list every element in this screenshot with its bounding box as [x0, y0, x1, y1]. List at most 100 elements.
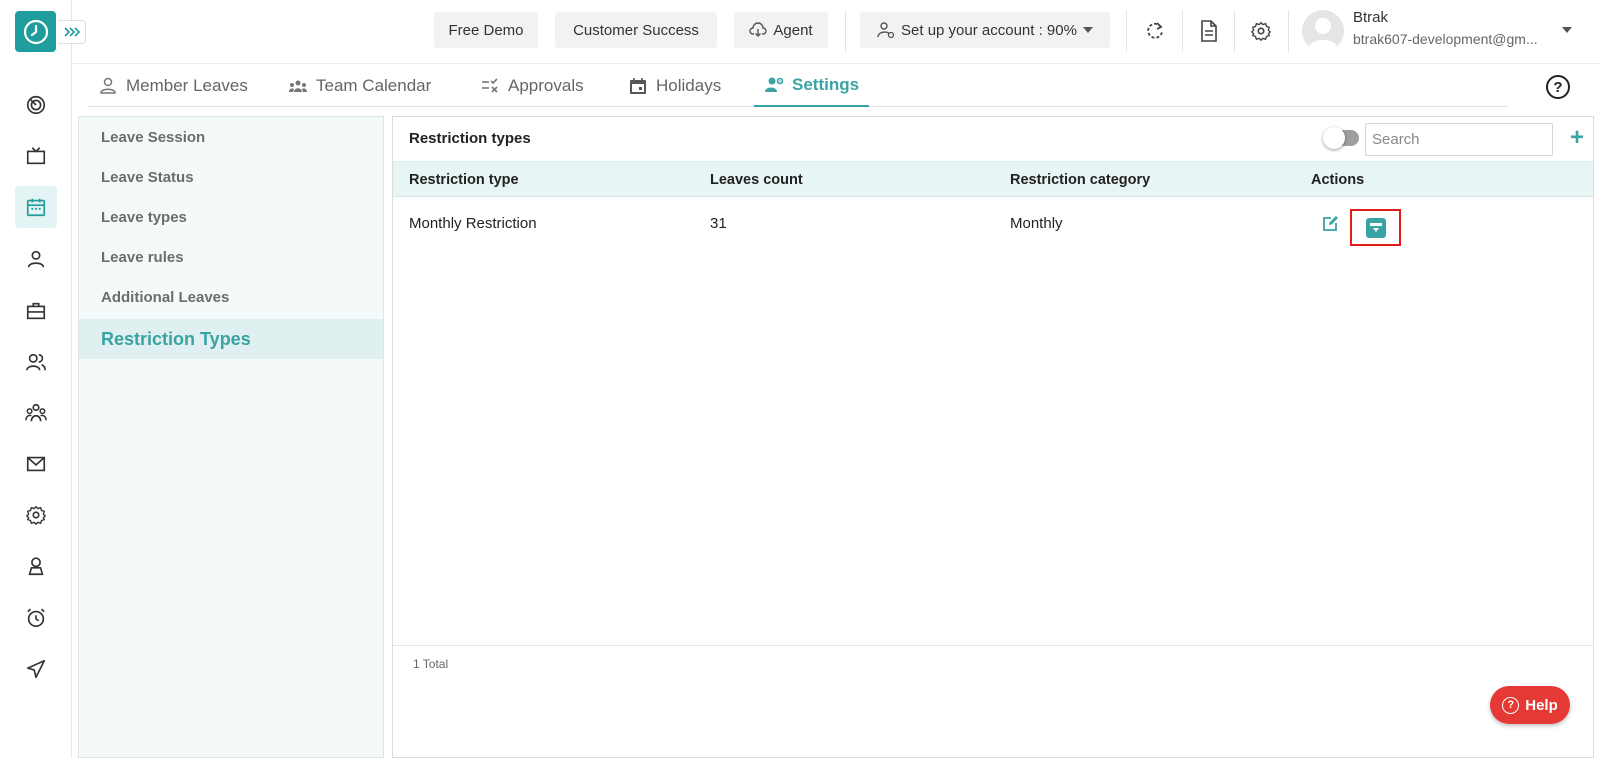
menu-label: Leave types [101, 208, 187, 226]
refresh-icon [1147, 22, 1163, 39]
rail-mail[interactable] [15, 443, 57, 485]
header-divider [1182, 10, 1183, 52]
footer-divider [393, 645, 1593, 646]
customer-success-button[interactable]: Customer Success [555, 12, 717, 48]
target-icon [26, 95, 46, 115]
edit-icon [1323, 216, 1338, 231]
user-email: btrak607-development@gm... [1353, 31, 1538, 47]
header-divider [1288, 10, 1289, 52]
restriction-types-card: Restriction types + Restriction type Lea… [392, 116, 1594, 758]
tv-icon [26, 147, 46, 165]
rail-briefcase[interactable] [15, 290, 57, 332]
column-header: Actions [1311, 172, 1365, 188]
edit-button[interactable] [1321, 213, 1341, 233]
leave-tabs: Member Leaves Team Calendar Approvals Ho… [88, 64, 1508, 107]
tab-holidays[interactable]: Holidays [628, 64, 721, 107]
calendar-icon [630, 77, 646, 94]
user-menu-caret[interactable] [1562, 24, 1572, 36]
customer-success-label: Customer Success [573, 21, 699, 39]
rail-profile[interactable] [15, 238, 57, 280]
help-question-button[interactable]: ? [1546, 75, 1570, 99]
approvals-icon [482, 77, 498, 93]
rail-team[interactable] [15, 392, 57, 434]
rail-badge[interactable] [15, 545, 57, 587]
menu-label: Leave Status [101, 168, 194, 186]
person-icon [27, 250, 45, 268]
menu-additional-leaves[interactable]: Additional Leaves [79, 277, 383, 317]
cell-restriction-category: Monthly [1010, 214, 1063, 232]
total-count: 1 Total [413, 657, 449, 671]
cloud-download-icon [749, 22, 768, 37]
column-header[interactable]: Leaves count [710, 162, 803, 198]
menu-leave-session[interactable]: Leave Session [79, 117, 383, 157]
tab-label: Team Calendar [316, 75, 432, 95]
agent-button[interactable]: Agent [734, 12, 828, 48]
briefcase-icon [26, 302, 46, 320]
help-icon: ? [1502, 696, 1520, 714]
column-header[interactable]: Restriction type [409, 162, 519, 198]
rail-leaves[interactable] [15, 186, 57, 228]
team-icon [289, 80, 307, 92]
user-settings-icon [765, 77, 784, 92]
expand-sidebar-button[interactable] [58, 20, 86, 44]
tab-settings[interactable]: Settings [754, 64, 870, 107]
help-question-icon: ? [1553, 78, 1563, 96]
avatar-placeholder-icon [1307, 18, 1339, 52]
double-chevron-right-icon [63, 27, 80, 37]
tab-label: Settings [792, 74, 860, 94]
tab-member-leaves[interactable]: Member Leaves [98, 64, 248, 107]
left-rail [0, 0, 72, 758]
tab-label: Holidays [656, 75, 722, 95]
team-icon [25, 403, 47, 422]
document-icon [1201, 20, 1217, 42]
card-title: Restriction types [409, 130, 531, 147]
user-badge-icon [28, 557, 44, 576]
rail-tv[interactable] [15, 135, 57, 177]
menu-leave-status[interactable]: Leave Status [79, 157, 383, 197]
menu-restriction-types[interactable]: Restriction Types [79, 319, 383, 359]
refresh-button[interactable] [1142, 18, 1168, 44]
settings-side-menu: Leave Session Leave Status Leave types L… [78, 116, 384, 758]
person-icon [100, 77, 116, 94]
rail-users[interactable] [15, 341, 57, 383]
archive-button[interactable] [1365, 217, 1386, 238]
table-header: Restriction type Leaves count Restrictio… [393, 161, 1593, 197]
users-icon [26, 353, 46, 371]
send-icon [26, 659, 46, 679]
rail-dashboard[interactable] [15, 84, 57, 126]
user-avatar[interactable] [1302, 10, 1344, 52]
setup-account-button[interactable]: Set up your account : 90% [860, 12, 1110, 48]
mail-icon [26, 456, 46, 472]
app-logo[interactable] [15, 11, 56, 52]
table-row[interactable]: Monthly Restriction 31 Monthly [393, 197, 1593, 249]
menu-leave-types[interactable]: Leave types [79, 197, 383, 237]
user-name: Btrak [1353, 9, 1389, 26]
column-header[interactable]: Restriction category [1010, 162, 1150, 198]
help-label: Help [1525, 696, 1558, 714]
rail-settings[interactable] [15, 494, 57, 536]
rail-send[interactable] [15, 648, 57, 690]
clock-logo-icon [23, 19, 48, 44]
tab-approvals[interactable]: Approvals [480, 64, 584, 107]
menu-label: Leave rules [101, 248, 184, 266]
calendar-icon [26, 198, 46, 217]
agent-label: Agent [773, 21, 813, 39]
archive-icon [1369, 222, 1382, 232]
cell-leaves-count: 31 [710, 214, 727, 232]
free-demo-button[interactable]: Free Demo [434, 12, 538, 48]
caret-down-icon [1562, 27, 1572, 33]
free-demo-label: Free Demo [448, 21, 524, 39]
archive-toggle[interactable] [1323, 127, 1359, 149]
tab-team-calendar[interactable]: Team Calendar [288, 64, 431, 107]
archive-highlight [1350, 209, 1401, 246]
add-restriction-button[interactable]: + [1565, 123, 1589, 153]
settings-button[interactable] [1248, 18, 1274, 44]
document-button[interactable] [1196, 18, 1222, 44]
menu-leave-rules[interactable]: Leave rules [79, 237, 383, 277]
gear-icon [25, 505, 47, 526]
menu-label: Restriction Types [101, 328, 251, 349]
help-button[interactable]: ? Help [1490, 686, 1570, 724]
search-input[interactable] [1365, 123, 1553, 156]
menu-label: Additional Leaves [101, 288, 230, 306]
rail-alarm[interactable] [15, 597, 57, 639]
